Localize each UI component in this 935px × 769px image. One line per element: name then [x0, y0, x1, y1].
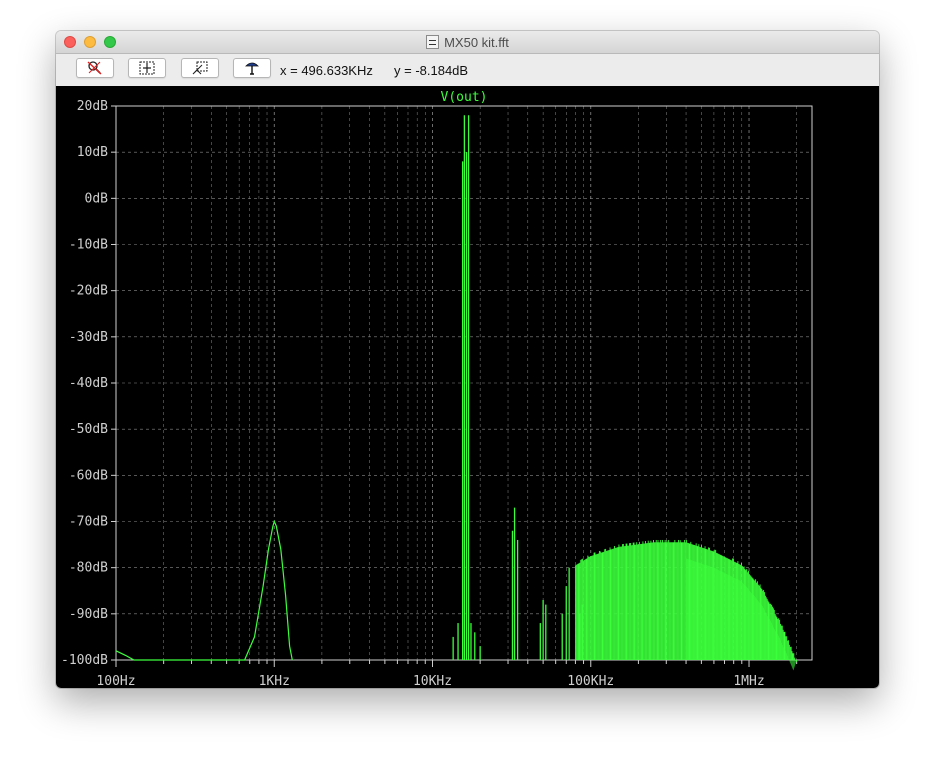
x-tick-label: 1KHz — [259, 674, 290, 688]
zoom-cancel-icon — [87, 61, 102, 75]
toolbar: x = 496.633KHz y = -8.184dB — [56, 54, 879, 86]
x-tick-label: 10KHz — [413, 674, 452, 688]
window-title: MX50 kit.fft — [444, 34, 509, 50]
series-line — [115, 519, 293, 661]
pan-hand-icon — [245, 62, 259, 75]
title-bar: MX50 kit.fft — [56, 31, 879, 54]
y-tick-label: -60dB — [69, 468, 108, 483]
y-tick-label: -90dB — [69, 607, 108, 622]
pan-button[interactable] — [233, 58, 271, 78]
cursor-x-readout: x = 496.633KHz — [280, 63, 373, 78]
x-tick-label: 100Hz — [96, 674, 135, 688]
window-title-wrap: MX50 kit.fft — [56, 31, 879, 53]
zoom-extents-button[interactable] — [128, 58, 166, 78]
zoom-back-button[interactable] — [181, 58, 219, 78]
y-tick-label: -10dB — [69, 238, 108, 253]
zoom-back-icon — [192, 61, 208, 75]
x-tick-label: 100KHz — [567, 674, 614, 688]
y-tick-label: -40dB — [69, 376, 108, 391]
plot-area[interactable]: 20dB 10dB 0dB -10dB -20dB -30dB -40dB -50dB -60d… — [56, 86, 879, 688]
zoom-extents-icon — [139, 61, 155, 75]
y-tick-label: -50dB — [69, 422, 108, 437]
x-tick-label: 1MHz — [733, 674, 764, 688]
y-tick-label: 10dB — [77, 145, 108, 160]
y-tick-label: -80dB — [69, 561, 108, 576]
document-icon — [426, 35, 440, 49]
y-tick-label: -20dB — [69, 284, 108, 299]
y-tick-label: -70dB — [69, 515, 108, 530]
y-tick-label: -30dB — [69, 330, 108, 345]
app-window: MX50 kit.fft x = 496.633KHz y = -8.184dB… — [56, 31, 879, 688]
y-tick-label: 0dB — [85, 191, 109, 206]
cursor-y-readout: y = -8.184dB — [394, 63, 469, 78]
y-tick-label: 20dB — [77, 99, 108, 114]
zoom-cancel-button[interactable] — [76, 58, 114, 78]
fft-chart[interactable]: 20dB 10dB 0dB -10dB -20dB -30dB -40dB -50dB -60d… — [56, 86, 879, 688]
chart-title: V(out) — [441, 90, 488, 105]
y-tick-label: -100dB — [61, 653, 108, 668]
